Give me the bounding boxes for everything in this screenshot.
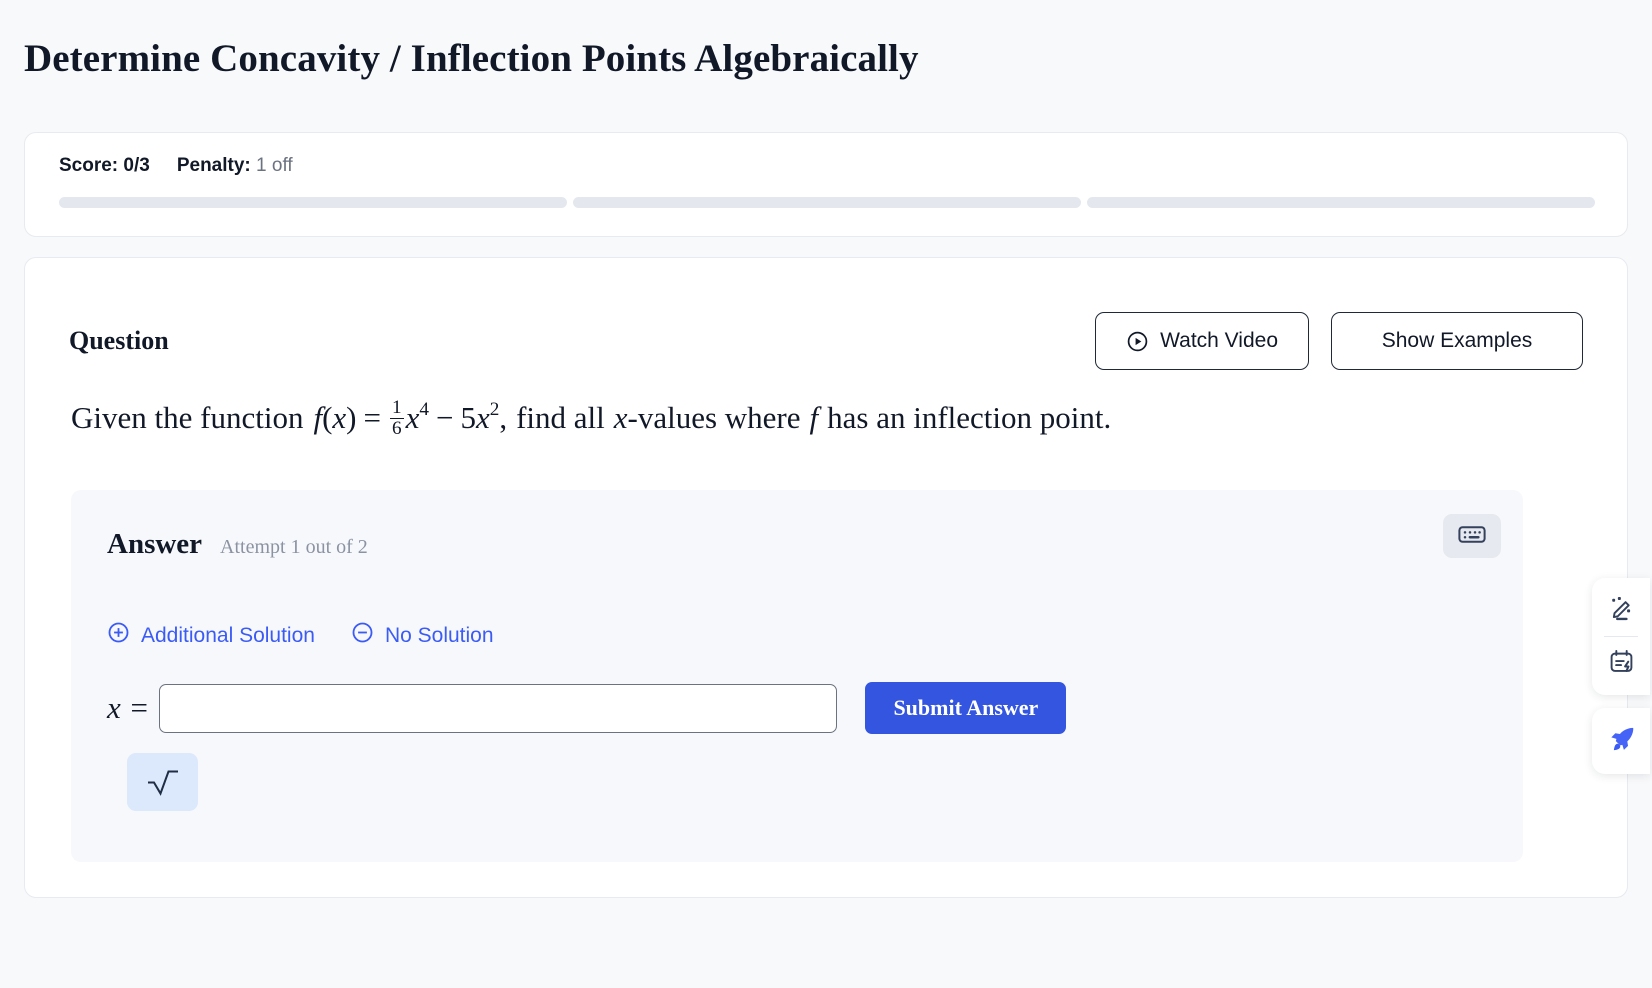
- prompt-tail-var: x: [613, 400, 628, 436]
- minus-circle-icon: [351, 621, 374, 650]
- fraction-numerator: 1: [391, 397, 402, 418]
- question-prompt: Given the function f ( x ) = 1 6 x 4 − 5…: [71, 398, 1587, 438]
- prompt-tail-c: has an inflection point.: [827, 400, 1112, 436]
- answer-panel: Answer Attempt 1 out of 2 Additional Sol…: [71, 490, 1523, 862]
- additional-solution-link[interactable]: Additional Solution: [107, 621, 315, 650]
- page-title: Determine Concavity / Inflection Points …: [24, 37, 919, 80]
- toolbar-divider: [1604, 636, 1638, 637]
- prompt-minus: −: [435, 400, 454, 436]
- magic-pencil-button[interactable]: [1599, 589, 1643, 631]
- prompt-f: f: [313, 400, 323, 436]
- prompt-tail-a: find all: [516, 400, 605, 436]
- prompt-open-paren: (: [322, 400, 333, 436]
- submit-answer-button[interactable]: Submit Answer: [865, 682, 1067, 734]
- prompt-var: x: [332, 400, 347, 436]
- floating-toolbar-group-primary: [1592, 578, 1650, 695]
- watch-video-label: Watch Video: [1160, 329, 1278, 352]
- progress-segment-1: [59, 197, 567, 208]
- progress-segment-2: [573, 197, 1081, 208]
- floating-toolbar: [1590, 578, 1652, 774]
- answer-title: Answer: [107, 528, 203, 560]
- fraction-denominator: 6: [389, 417, 404, 439]
- answer-header: Answer Attempt 1 out of 2: [107, 528, 368, 561]
- prompt-fraction: 1 6: [389, 397, 404, 439]
- square-root-button[interactable]: [127, 753, 198, 811]
- prompt-lead: Given the function: [71, 400, 304, 436]
- keyboard-toggle-button[interactable]: [1443, 514, 1501, 558]
- prompt-tail-f: f: [809, 400, 819, 436]
- progress-segment-3: [1087, 197, 1595, 208]
- additional-solution-label: Additional Solution: [141, 623, 315, 647]
- play-circle-icon: [1126, 330, 1149, 353]
- attempt-counter: Attempt 1 out of 2: [220, 536, 368, 558]
- score-line: Score: 0/3 Penalty: 1 off: [59, 155, 293, 177]
- answer-input-row: x = Submit Answer: [107, 682, 1067, 734]
- score-label: Score: 0/3: [59, 155, 150, 176]
- prompt-term2-exponent: 2: [489, 399, 500, 421]
- question-card: Question Watch Video Show Examples Given…: [24, 257, 1628, 898]
- prompt-term1-exponent: 4: [419, 399, 429, 421]
- rocket-icon: [1607, 725, 1636, 757]
- question-heading: Question: [69, 326, 169, 355]
- prompt-term2-var: x: [475, 400, 490, 436]
- no-solution-label: No Solution: [384, 623, 494, 647]
- progress-bar-group: [59, 197, 1595, 208]
- rocket-button[interactable]: [1599, 720, 1643, 762]
- score-card: Score: 0/3 Penalty: 1 off: [24, 132, 1628, 237]
- magic-pencil-icon: [1608, 595, 1635, 625]
- answer-input[interactable]: [159, 683, 838, 733]
- answer-input-prefix: x =: [107, 690, 150, 725]
- question-actions: Watch Video Show Examples: [1095, 312, 1583, 370]
- watch-video-button[interactable]: Watch Video: [1095, 312, 1309, 370]
- plus-circle-icon: [107, 621, 130, 650]
- question-header: Question Watch Video Show Examples: [69, 310, 1583, 372]
- no-solution-link[interactable]: No Solution: [351, 621, 494, 650]
- calendar-bolt-button[interactable]: [1599, 642, 1643, 684]
- calendar-bolt-icon: [1608, 648, 1635, 678]
- page-root: Determine Concavity / Inflection Points …: [0, 0, 1652, 988]
- penalty-label: Penalty:: [176, 155, 251, 176]
- prompt-term1-var: x: [405, 400, 420, 436]
- floating-toolbar-group-rocket: [1592, 708, 1650, 774]
- square-root-icon: [145, 765, 181, 800]
- solution-links: Additional Solution No Solution: [107, 621, 494, 650]
- show-examples-button[interactable]: Show Examples: [1331, 312, 1583, 370]
- penalty-group: Penalty: 1 off: [177, 155, 293, 177]
- show-examples-label: Show Examples: [1381, 329, 1533, 352]
- keyboard-icon: [1458, 524, 1486, 548]
- prompt-equals: =: [363, 400, 381, 436]
- prompt-tail-b: -values where: [627, 400, 801, 436]
- penalty-value: 1 off: [256, 155, 293, 176]
- prompt-close-paren: ): [346, 400, 357, 436]
- prompt-comma: ,: [499, 400, 508, 436]
- prompt-coef2: 5: [460, 400, 476, 436]
